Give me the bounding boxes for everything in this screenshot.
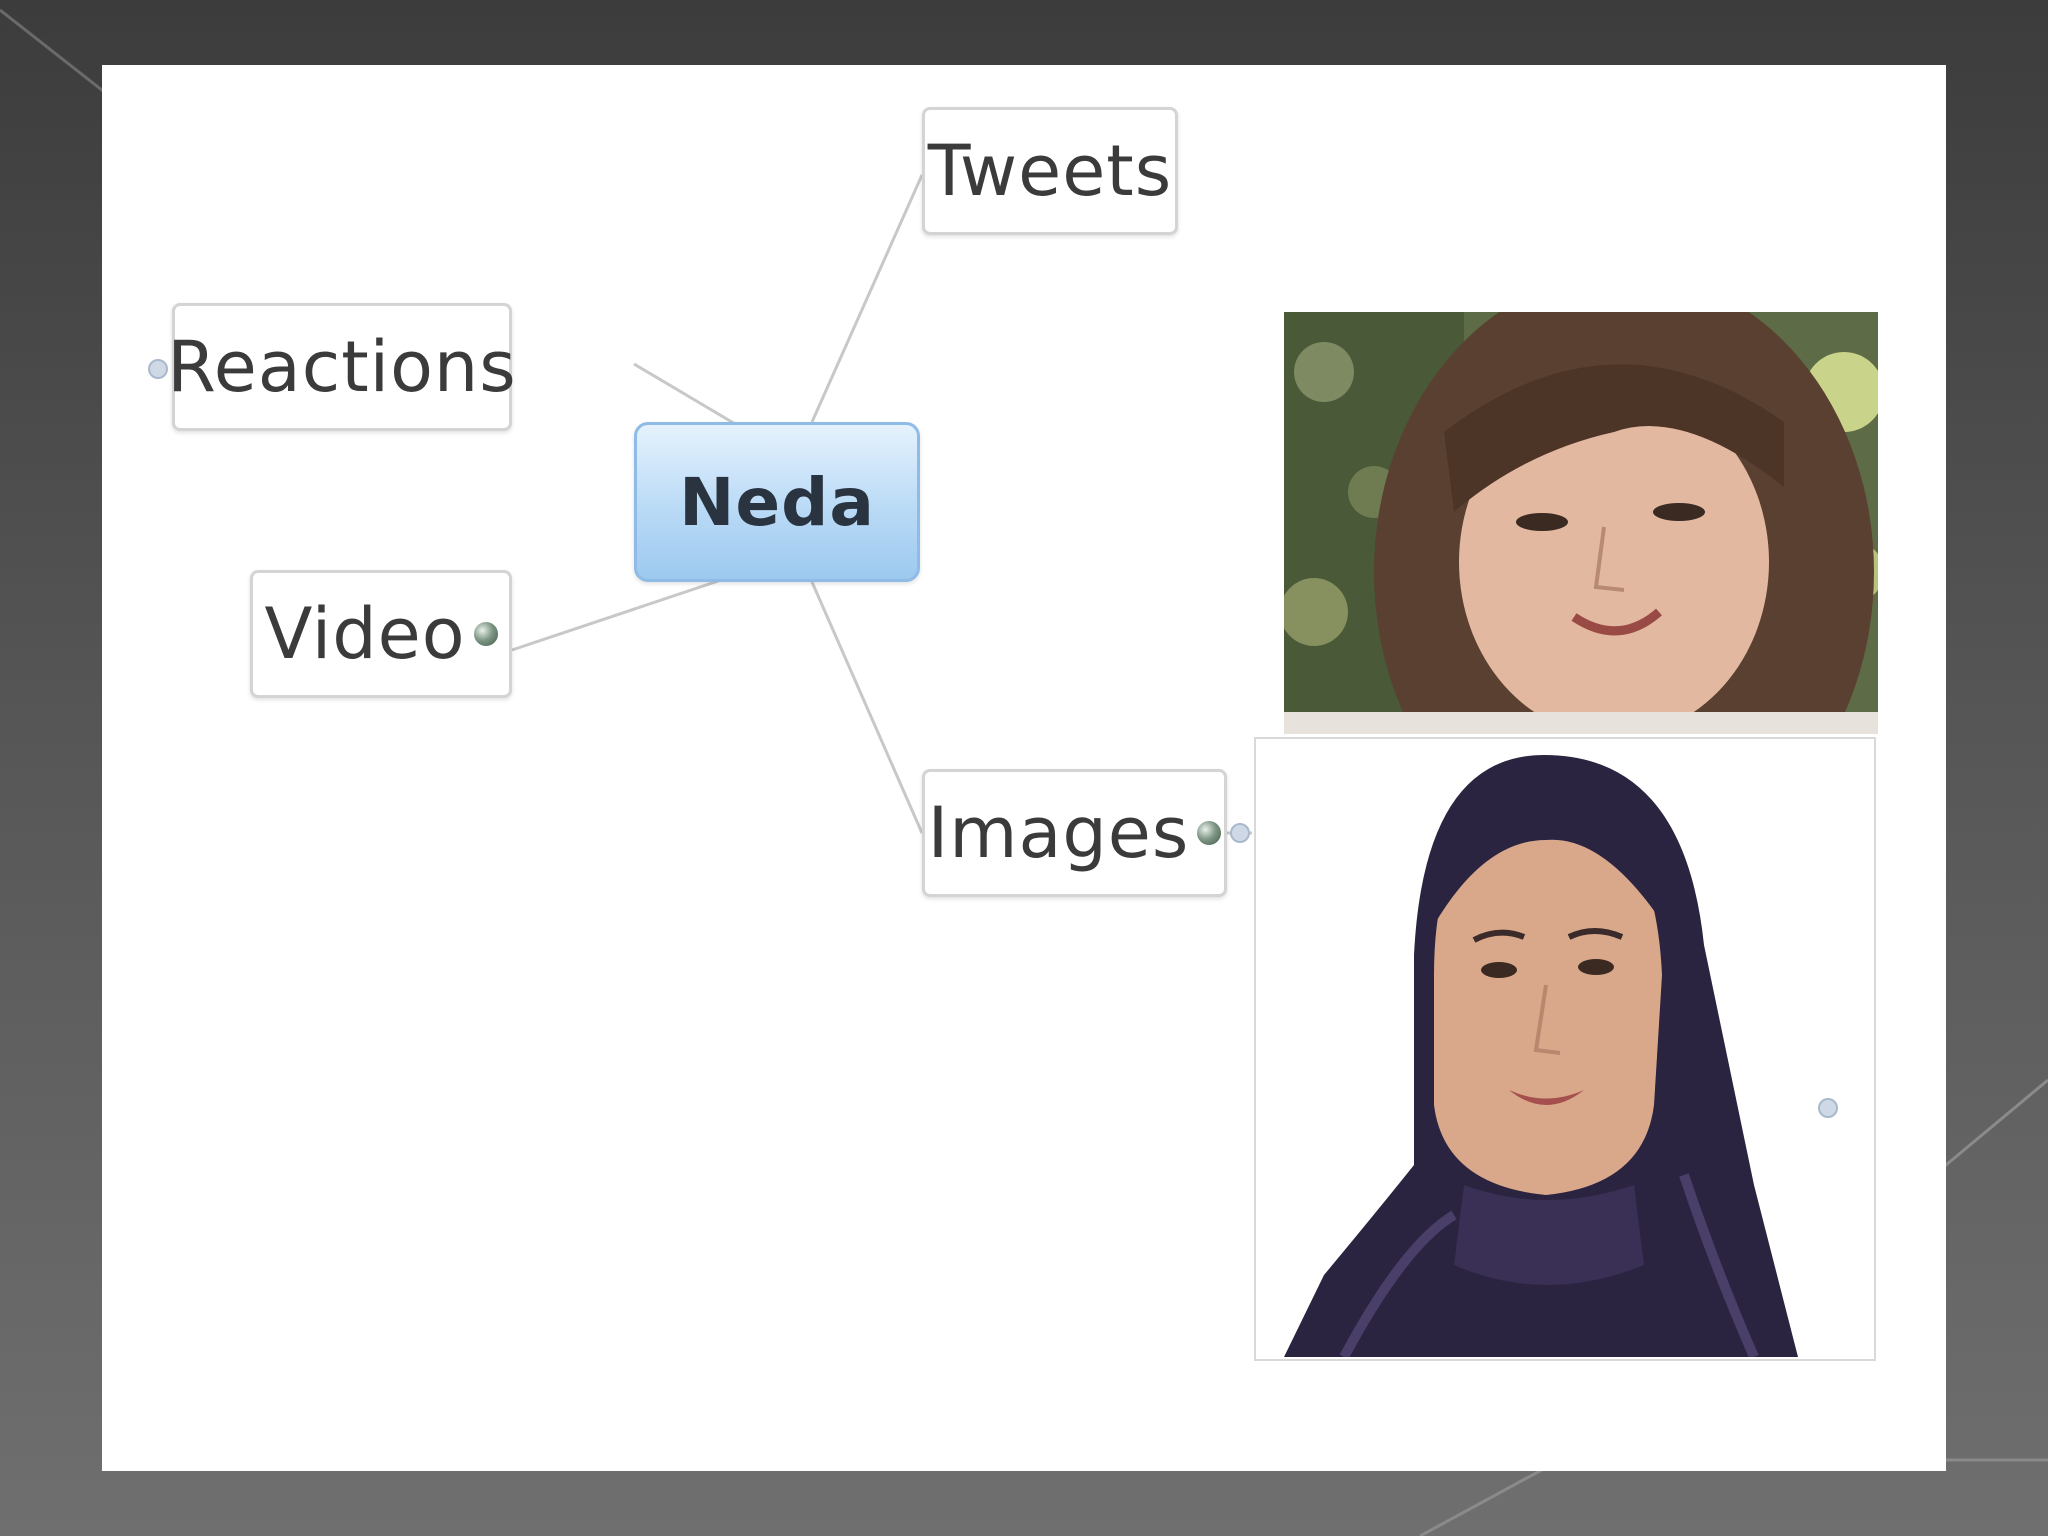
node-images-label: Images [927, 792, 1190, 874]
video-attachment-icon [473, 622, 498, 646]
reactions-expand-dot[interactable] [148, 359, 168, 379]
node-video[interactable]: Video [250, 570, 512, 698]
image-expand-dot[interactable] [1818, 1098, 1838, 1118]
images-expand-dot[interactable] [1230, 823, 1250, 843]
node-reactions-label: Reactions [167, 326, 517, 408]
node-central-topic[interactable]: Neda [634, 422, 920, 582]
portrait-photo-icon [1284, 745, 1798, 1357]
node-images[interactable]: Images [922, 769, 1227, 897]
node-tweets[interactable]: Tweets [922, 107, 1178, 235]
node-video-label: Video [264, 593, 466, 675]
central-topic-label: Neda [679, 463, 875, 541]
node-reactions[interactable]: Reactions [167, 303, 516, 431]
node-tweets-label: Tweets [927, 130, 1173, 212]
portrait-photo-icon [1284, 312, 1878, 734]
slide-canvas: Tweets Reactions Neda Video Images [102, 65, 1946, 1471]
images-attachment-icon [1197, 821, 1222, 845]
